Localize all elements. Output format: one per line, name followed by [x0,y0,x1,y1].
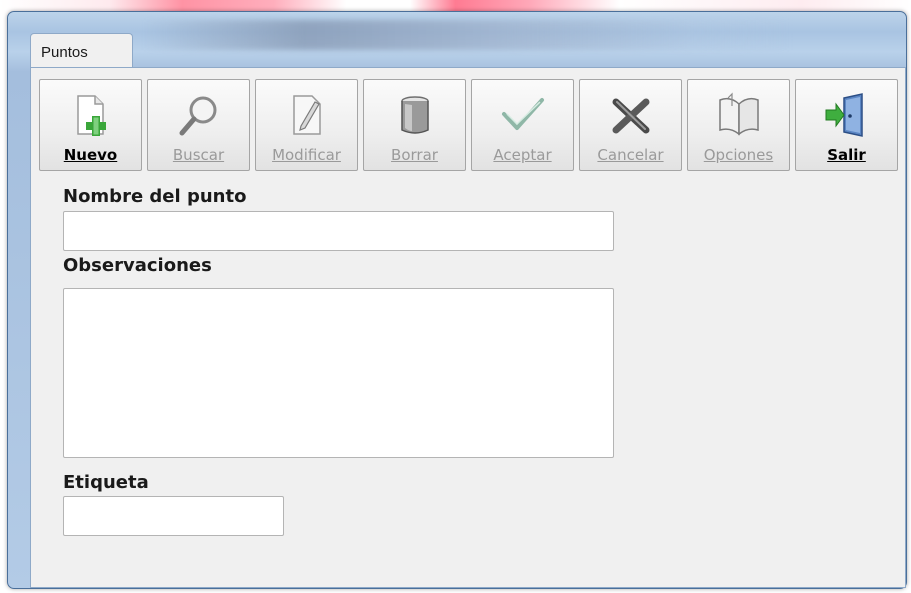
new-document-icon [77,95,106,136]
aceptar-label: Aceptar [493,146,552,164]
cancelar-button[interactable]: Cancelar [579,79,682,171]
observaciones-label: Observaciones [63,255,212,276]
app-window: Puntos Nuevo Buscar Modificar Borrar Ace… [7,11,907,589]
window-title: Puntos [30,33,133,67]
open-book-icon [719,92,759,136]
borrar-label: Borrar [391,146,438,164]
title-bar-blur [143,20,793,50]
buscar-button[interactable]: Buscar [147,79,250,171]
etiqueta-input[interactable] [63,496,284,536]
aceptar-button[interactable]: Aceptar [471,79,574,171]
buscar-label: Buscar [172,146,225,164]
nombre-input[interactable] [63,211,614,251]
salir-label: Salir [827,146,866,164]
cancelar-label: Cancelar [597,146,664,164]
window-client-area: Nuevo Buscar Modificar Borrar Aceptar Ca… [30,67,906,588]
nombre-label: Nombre del punto [63,186,247,207]
edit-document-icon [293,95,321,135]
etiqueta-label: Etiqueta [63,472,149,493]
trash-bin-icon [401,96,429,134]
checkmark-icon [502,98,544,130]
salir-button[interactable]: Salir [795,79,898,171]
cancel-x-icon [612,98,650,134]
opciones-label: Opciones [703,146,774,164]
observaciones-textarea[interactable] [63,288,614,458]
modificar-button[interactable]: Modificar [255,79,358,171]
magnifier-icon [179,96,217,136]
modificar-label: Modificar [272,146,341,164]
opciones-button[interactable]: Opciones [687,79,790,171]
nuevo-button[interactable]: Nuevo [39,79,142,171]
borrar-button[interactable]: Borrar [363,79,466,171]
nuevo-label: Nuevo [63,146,118,164]
exit-door-icon [825,93,863,137]
